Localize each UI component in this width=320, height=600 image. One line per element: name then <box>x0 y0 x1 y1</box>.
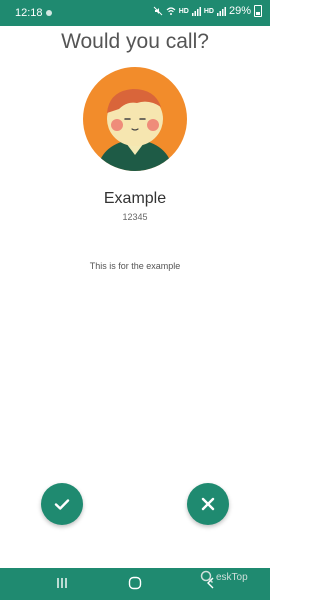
decline-call-button[interactable] <box>187 483 229 525</box>
contact-avatar <box>83 67 187 171</box>
battery-percent: 29% <box>228 5 251 17</box>
home-button[interactable] <box>128 576 142 595</box>
watermark-logo-icon <box>200 570 214 584</box>
dialog-message: This is for the example <box>89 261 181 271</box>
network-type-label-1: HD <box>178 7 189 15</box>
recent-apps-icon <box>57 578 67 588</box>
recent-apps-button[interactable] <box>55 576 69 595</box>
watermark: eskTop <box>200 568 248 586</box>
accept-call-button[interactable] <box>41 483 83 525</box>
network-type-label-2: HD <box>203 7 214 15</box>
home-icon <box>128 576 142 590</box>
dialog-title: Would you call? <box>61 30 209 53</box>
status-indicators: HD HD 29% <box>153 5 262 17</box>
wifi-icon <box>166 7 176 15</box>
check-icon <box>54 499 70 510</box>
contact-name: Example <box>103 190 167 207</box>
close-icon <box>201 497 215 511</box>
battery-icon <box>254 5 262 17</box>
signal-icon-1 <box>191 7 201 16</box>
status-bar: 12:18 HD HD 29% <box>0 0 270 26</box>
contact-number: 12345 <box>122 212 148 222</box>
watermark-text: eskTop <box>216 571 248 583</box>
avatar-illustration <box>83 67 187 171</box>
mute-icon <box>153 6 163 16</box>
notification-dot-icon <box>46 10 52 16</box>
signal-icon-2 <box>216 7 226 16</box>
status-time: 12:18 <box>15 7 43 19</box>
